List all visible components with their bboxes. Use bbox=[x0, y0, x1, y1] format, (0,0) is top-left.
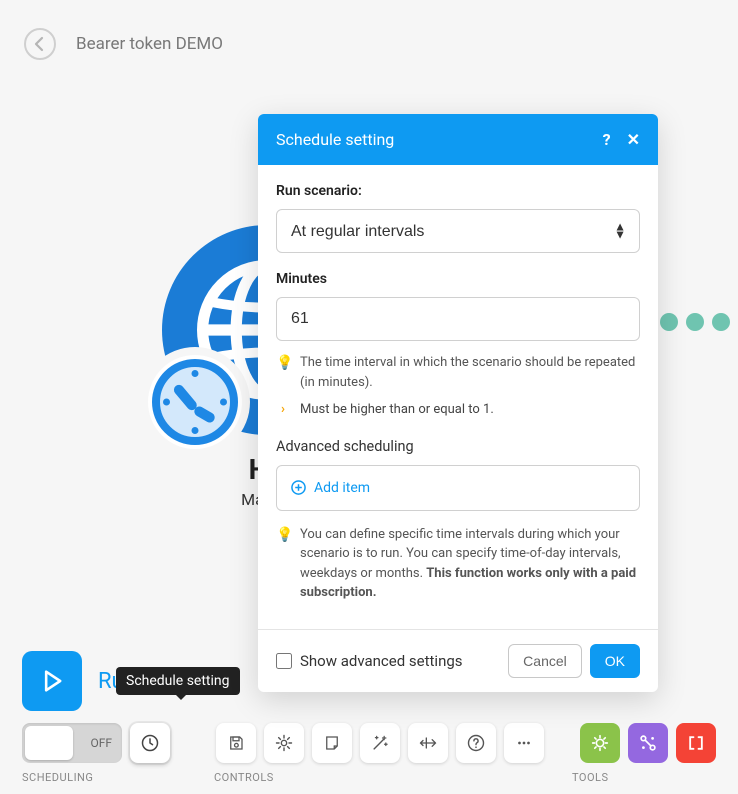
add-item-label: Add item bbox=[314, 480, 370, 496]
run-once-button[interactable] bbox=[22, 651, 82, 711]
clock-icon bbox=[140, 347, 250, 457]
show-advanced-checkbox[interactable]: Show advanced settings bbox=[276, 652, 463, 670]
flow-icon bbox=[637, 732, 659, 754]
more-button[interactable] bbox=[504, 723, 544, 763]
schedule-setting-modal: Schedule setting ? ✕ Run scenario: At re… bbox=[258, 114, 658, 692]
run-scenario-select[interactable]: At regular intervals bbox=[276, 209, 640, 253]
clock-icon bbox=[140, 733, 160, 753]
play-icon bbox=[38, 667, 66, 695]
scheduling-toggle[interactable]: OFF bbox=[22, 723, 122, 763]
ok-button[interactable]: OK bbox=[590, 644, 640, 678]
star-gear-icon bbox=[589, 732, 611, 754]
cancel-button[interactable]: Cancel bbox=[508, 644, 582, 678]
close-icon[interactable]: ✕ bbox=[627, 130, 640, 149]
connection-dots bbox=[660, 313, 730, 331]
tool-text-parser[interactable] bbox=[676, 723, 716, 763]
explain-flow-button[interactable] bbox=[408, 723, 448, 763]
minutes-hint: The time interval in which the scenario … bbox=[300, 353, 640, 392]
lightbulb-icon: 💡 bbox=[276, 525, 290, 603]
tools-section-label: TOOLS bbox=[572, 771, 716, 784]
schedule-button[interactable] bbox=[130, 723, 170, 763]
more-horizontal-icon bbox=[515, 734, 533, 752]
help-circle-icon bbox=[466, 733, 486, 753]
advanced-hint: You can define specific time intervals d… bbox=[300, 525, 640, 603]
auto-align-button[interactable] bbox=[360, 723, 400, 763]
run-scenario-label: Run scenario: bbox=[276, 183, 640, 199]
toggle-off-label: OFF bbox=[90, 736, 112, 750]
add-item-button[interactable]: Add item bbox=[291, 480, 625, 496]
advanced-scheduling-box: Add item bbox=[276, 465, 640, 511]
lightbulb-icon: 💡 bbox=[276, 353, 290, 392]
magic-wand-icon bbox=[370, 733, 390, 753]
modal-header: Schedule setting ? ✕ bbox=[258, 114, 658, 165]
show-advanced-input[interactable] bbox=[276, 653, 292, 669]
notes-button[interactable] bbox=[312, 723, 352, 763]
show-advanced-label: Show advanced settings bbox=[300, 652, 463, 670]
schedule-tooltip: Schedule setting bbox=[116, 667, 240, 695]
advanced-scheduling-label: Advanced scheduling bbox=[276, 438, 640, 455]
minutes-label: Minutes bbox=[276, 271, 640, 287]
minutes-constraint: Must be higher than or equal to 1. bbox=[300, 400, 494, 420]
help-button[interactable] bbox=[456, 723, 496, 763]
brackets-icon bbox=[686, 733, 706, 753]
settings-button[interactable] bbox=[264, 723, 304, 763]
chevron-right-icon: › bbox=[276, 400, 290, 420]
plus-circle-icon bbox=[291, 480, 306, 495]
controls-section-label: CONTROLS bbox=[214, 771, 572, 784]
save-icon bbox=[227, 734, 245, 752]
help-icon[interactable]: ? bbox=[603, 130, 611, 149]
scheduling-section-label: SCHEDULING bbox=[22, 771, 214, 784]
tool-favorites[interactable] bbox=[580, 723, 620, 763]
minutes-input[interactable] bbox=[276, 297, 640, 341]
airplane-icon bbox=[418, 733, 438, 753]
tool-flow[interactable] bbox=[628, 723, 668, 763]
gear-icon bbox=[274, 733, 294, 753]
modal-title: Schedule setting bbox=[276, 130, 394, 149]
note-icon bbox=[323, 734, 341, 752]
save-button[interactable] bbox=[216, 723, 256, 763]
